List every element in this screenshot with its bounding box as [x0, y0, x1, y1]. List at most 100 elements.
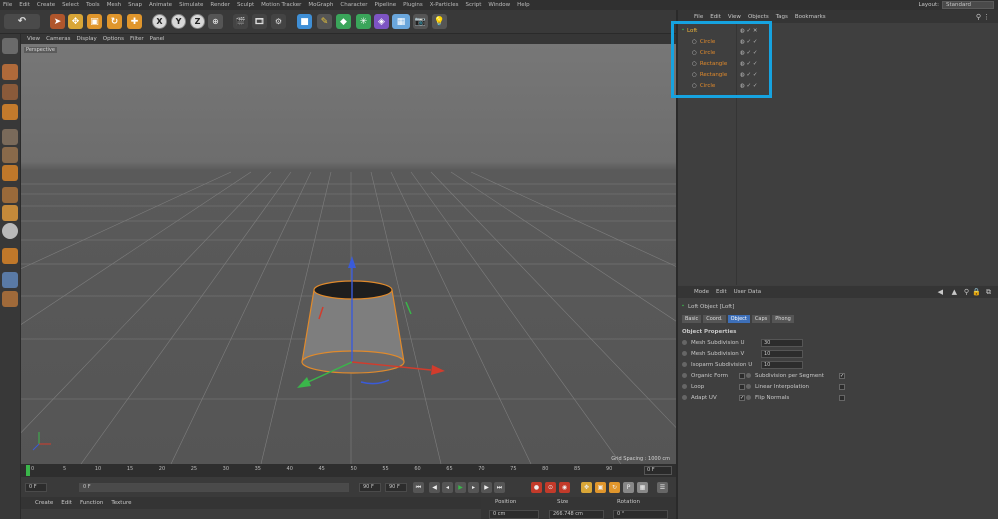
- material-menu-function[interactable]: Function: [80, 500, 103, 506]
- menu-select[interactable]: Select: [62, 2, 79, 8]
- rotation-h-field[interactable]: 0 °: [613, 510, 668, 519]
- start-frame-field[interactable]: 0 F: [25, 483, 47, 492]
- om-search-icon[interactable]: ⚲: [976, 13, 981, 21]
- mesh-subdivision-v-input[interactable]: 10: [761, 349, 803, 358]
- key-parameter-icon[interactable]: P: [623, 482, 634, 493]
- material-menu-texture[interactable]: Texture: [111, 500, 131, 506]
- animation-dot-icon[interactable]: [746, 395, 751, 400]
- lock-workplane-icon[interactable]: [2, 248, 18, 264]
- menu-help[interactable]: Help: [517, 2, 530, 8]
- om-menu-objects[interactable]: Objects: [748, 14, 769, 20]
- points-mode-icon[interactable]: [2, 129, 18, 145]
- menu-file[interactable]: File: [3, 2, 12, 8]
- menu-simulate[interactable]: Simulate: [179, 2, 203, 8]
- size-x-field[interactable]: 266.748 cm: [549, 510, 604, 519]
- animation-dot-icon[interactable]: [682, 395, 687, 400]
- x-axis-arrow-icon[interactable]: [431, 365, 445, 375]
- animation-dot-icon[interactable]: [682, 362, 687, 367]
- prev-key-icon[interactable]: ◀: [429, 482, 440, 493]
- menu-render[interactable]: Render: [210, 2, 230, 8]
- key-pla-icon[interactable]: ▦: [637, 482, 648, 493]
- tab-caps[interactable]: Caps: [751, 315, 771, 323]
- goto-end-icon[interactable]: ⏭: [494, 482, 505, 493]
- linear-interpolation-checkbox[interactable]: [839, 383, 845, 390]
- animation-dot-icon[interactable]: [746, 384, 751, 389]
- next-key-icon[interactable]: ▶: [481, 482, 492, 493]
- render-view-icon[interactable]: 🎬: [233, 14, 248, 29]
- material-menu-create[interactable]: Create: [35, 500, 53, 506]
- menu-script[interactable]: Script: [465, 2, 481, 8]
- key-rotation-icon[interactable]: ↻: [609, 482, 620, 493]
- menu-tools[interactable]: Tools: [86, 2, 100, 8]
- y-axis-arrow-icon[interactable]: [348, 256, 356, 268]
- move-icon[interactable]: ✥: [68, 14, 83, 29]
- loop-checkbox[interactable]: [739, 383, 745, 390]
- scale-icon[interactable]: ▣: [87, 14, 102, 29]
- menu-window[interactable]: Window: [488, 2, 510, 8]
- frame-range-slider[interactable]: 0 F: [79, 483, 349, 492]
- organic-form-checkbox[interactable]: [739, 372, 745, 379]
- planar-workplane-icon[interactable]: [2, 272, 18, 288]
- coordinate-system-icon[interactable]: ⊕: [208, 14, 223, 29]
- tweak-mode-icon[interactable]: [2, 205, 18, 221]
- playhead[interactable]: [26, 465, 30, 476]
- z-axis-lock-icon[interactable]: Z: [190, 14, 205, 29]
- animation-dot-icon[interactable]: [682, 373, 687, 378]
- axis-mode-icon[interactable]: [2, 187, 18, 203]
- camera-icon[interactable]: 📷: [413, 14, 428, 29]
- om-options-icon[interactable]: ⋮: [983, 13, 990, 21]
- material-menu-edit[interactable]: Edit: [61, 500, 72, 506]
- pen-spline-icon[interactable]: ✎: [317, 14, 332, 29]
- viewport-menu-display[interactable]: Display: [77, 36, 97, 42]
- viewport-menu-filter[interactable]: Filter: [130, 36, 144, 42]
- isoparm-subdivision-input[interactable]: 10: [761, 360, 803, 369]
- animation-dot-icon[interactable]: [746, 373, 751, 378]
- floor-environment-icon[interactable]: ▦: [392, 14, 410, 29]
- layout-dropdown[interactable]: Standard: [942, 1, 994, 9]
- tab-coord[interactable]: Coord.: [703, 315, 726, 323]
- timeline-ruler[interactable]: 0 5 10 15 20 25 30 35 40 45 50 55 60 65 70 75 80 85 90 0 F: [21, 464, 676, 477]
- subdivision-generator-icon[interactable]: ◆: [336, 14, 351, 29]
- goto-start-icon[interactable]: ⏮: [413, 482, 424, 493]
- position-x-field[interactable]: 0 cm: [489, 510, 539, 519]
- preview-end-field[interactable]: 90 F: [385, 483, 407, 492]
- back-arrow-icon[interactable]: ◀: [938, 288, 943, 296]
- next-frame-icon[interactable]: ▸: [468, 482, 479, 493]
- om-menu-edit[interactable]: Edit: [710, 14, 721, 20]
- perspective-viewport[interactable]: Perspective Grid Spacing : 1000 cm: [21, 44, 676, 464]
- subdivision-per-segment-checkbox[interactable]: ✓: [839, 372, 845, 379]
- workplane-mode-icon[interactable]: [2, 104, 18, 120]
- mograph-cloner-icon[interactable]: ✳: [356, 14, 371, 29]
- animation-dot-icon[interactable]: [682, 340, 687, 345]
- viewport-menu-options[interactable]: Options: [103, 36, 124, 42]
- viewport-menu-panel[interactable]: Panel: [150, 36, 165, 42]
- attr-search-icon[interactable]: ⚲: [964, 288, 969, 296]
- prev-frame-icon[interactable]: ◂: [442, 482, 453, 493]
- om-menu-tags[interactable]: Tags: [776, 14, 788, 20]
- mesh-subdivision-u-input[interactable]: 30: [761, 338, 803, 347]
- menu-plugins[interactable]: Plugins: [403, 2, 423, 8]
- solo-icon[interactable]: [2, 291, 18, 307]
- menu-x-particles[interactable]: X-Particles: [430, 2, 459, 8]
- om-menu-view[interactable]: View: [728, 14, 741, 20]
- autokey-icon[interactable]: ⊙: [545, 482, 556, 493]
- menu-character[interactable]: Character: [340, 2, 367, 8]
- om-menu-file[interactable]: File: [694, 14, 703, 20]
- animation-dot-icon[interactable]: [682, 384, 687, 389]
- menu-pipeline[interactable]: Pipeline: [375, 2, 397, 8]
- play-icon[interactable]: ▶: [455, 482, 466, 493]
- undo-icon[interactable]: ↶: [4, 14, 40, 29]
- keyframe-selection-icon[interactable]: ◉: [559, 482, 570, 493]
- viewport-menu-view[interactable]: View: [27, 36, 40, 42]
- texture-mode-icon[interactable]: [2, 84, 18, 100]
- live-selection-icon[interactable]: ➤: [50, 14, 65, 29]
- menu-create[interactable]: Create: [37, 2, 55, 8]
- lock-icon[interactable]: 🔒: [972, 288, 981, 296]
- menu-mesh[interactable]: Mesh: [107, 2, 121, 8]
- render-picture-viewer-icon[interactable]: 🎞: [252, 14, 267, 29]
- attr-menu-mode[interactable]: Mode: [694, 289, 709, 295]
- x-axis-lock-icon[interactable]: X: [152, 14, 167, 29]
- tab-phong[interactable]: Phong: [772, 315, 794, 323]
- rotate-icon[interactable]: ↻: [107, 14, 122, 29]
- tab-basic[interactable]: Basic: [682, 315, 702, 323]
